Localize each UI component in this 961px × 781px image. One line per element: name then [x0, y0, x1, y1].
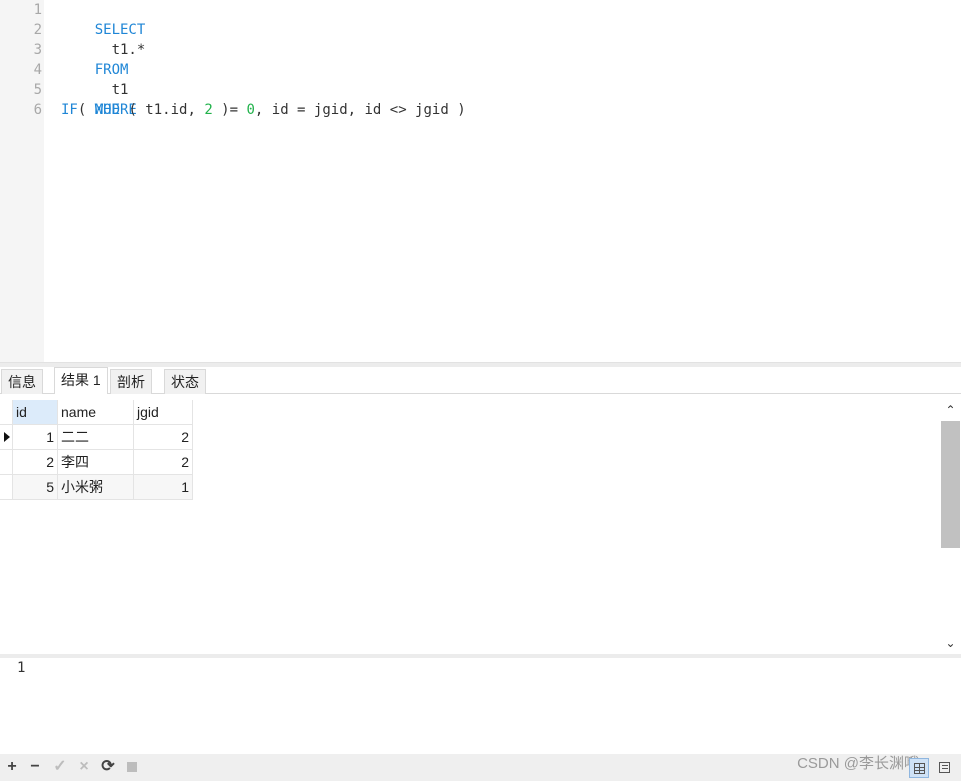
plus-icon[interactable]: +	[4, 758, 20, 776]
sql-number: 2	[204, 102, 213, 118]
line-number: 1	[33, 2, 42, 18]
table-cell[interactable]: 小米粥	[58, 475, 134, 500]
row-selector[interactable]	[0, 425, 13, 450]
column-header-id[interactable]: id	[13, 400, 58, 425]
check-icon[interactable]: ✓	[52, 758, 68, 776]
form-view-icon[interactable]	[935, 758, 955, 778]
table-cell[interactable]: 2	[134, 450, 193, 475]
result-tabs: 信息 结果 1 剖析 状态	[0, 367, 961, 394]
scroll-down-icon[interactable]: ⌄	[940, 635, 961, 652]
grid-view-icon[interactable]	[909, 758, 929, 778]
tab-profile[interactable]: 剖析	[110, 369, 152, 394]
sql-keyword: IF	[61, 102, 78, 118]
sql-text: (	[77, 102, 95, 118]
table-cell[interactable]: 5	[13, 475, 58, 500]
row-selector[interactable]	[0, 450, 13, 475]
grid-corner	[0, 400, 13, 425]
line-number-gutter: 1 2 3 4 5 6	[0, 0, 44, 362]
refresh-icon[interactable]: ⟳	[100, 758, 116, 776]
column-header-name[interactable]: name	[58, 400, 134, 425]
x-icon[interactable]: ×	[76, 758, 92, 776]
sql-text: ( t1.id,	[120, 102, 205, 118]
stop-icon[interactable]	[124, 758, 140, 776]
sql-number: 0	[246, 102, 255, 118]
sql-editor[interactable]: 1 2 3 4 5 6 SELECT t1.* FROM t1 WHERE IF…	[0, 0, 961, 362]
table-cell[interactable]: 2	[13, 450, 58, 475]
cell-value-text: 1	[17, 660, 26, 676]
tab-info[interactable]: 信息	[1, 369, 43, 394]
sql-text: , id = jgid, id <> jgid )	[254, 102, 466, 118]
cell-value-panel[interactable]: 1	[0, 658, 961, 754]
tab-status[interactable]: 状态	[164, 369, 206, 394]
table-cell[interactable]: 1	[134, 475, 193, 500]
sql-text: )=	[212, 102, 247, 118]
current-row-arrow-icon	[4, 432, 10, 442]
watermark: CSDN @李长渊哦	[797, 755, 919, 772]
scroll-up-icon[interactable]: ⌃	[940, 402, 961, 419]
minus-icon[interactable]: −	[27, 758, 43, 776]
row-selector[interactable]	[0, 475, 13, 500]
code-line[interactable]: IF( MOD ( t1.id, 2 )= 0, id = jgid, id <…	[61, 100, 466, 120]
results-grid[interactable]: id name jgid 1 二二 2 2 李四 2 5 小米粥 1	[0, 394, 961, 655]
sql-keyword: MOD	[94, 102, 121, 118]
line-number: 4	[33, 62, 42, 78]
column-header-jgid[interactable]: jgid	[134, 400, 193, 425]
table-cell[interactable]: 李四	[58, 450, 134, 475]
line-number: 2	[33, 22, 42, 38]
table-cell[interactable]: 2	[134, 425, 193, 450]
line-number: 3	[33, 42, 42, 58]
table-cell[interactable]: 1	[13, 425, 58, 450]
line-number: 5	[33, 82, 42, 98]
table-cell[interactable]: 二二	[58, 425, 134, 450]
scrollbar-thumb[interactable]	[941, 421, 960, 548]
tab-result-1[interactable]: 结果 1	[54, 367, 108, 394]
line-number: 6	[33, 102, 42, 118]
grid-toolbar: + − ✓ × ⟳ CSDN @李长渊哦	[0, 754, 961, 781]
